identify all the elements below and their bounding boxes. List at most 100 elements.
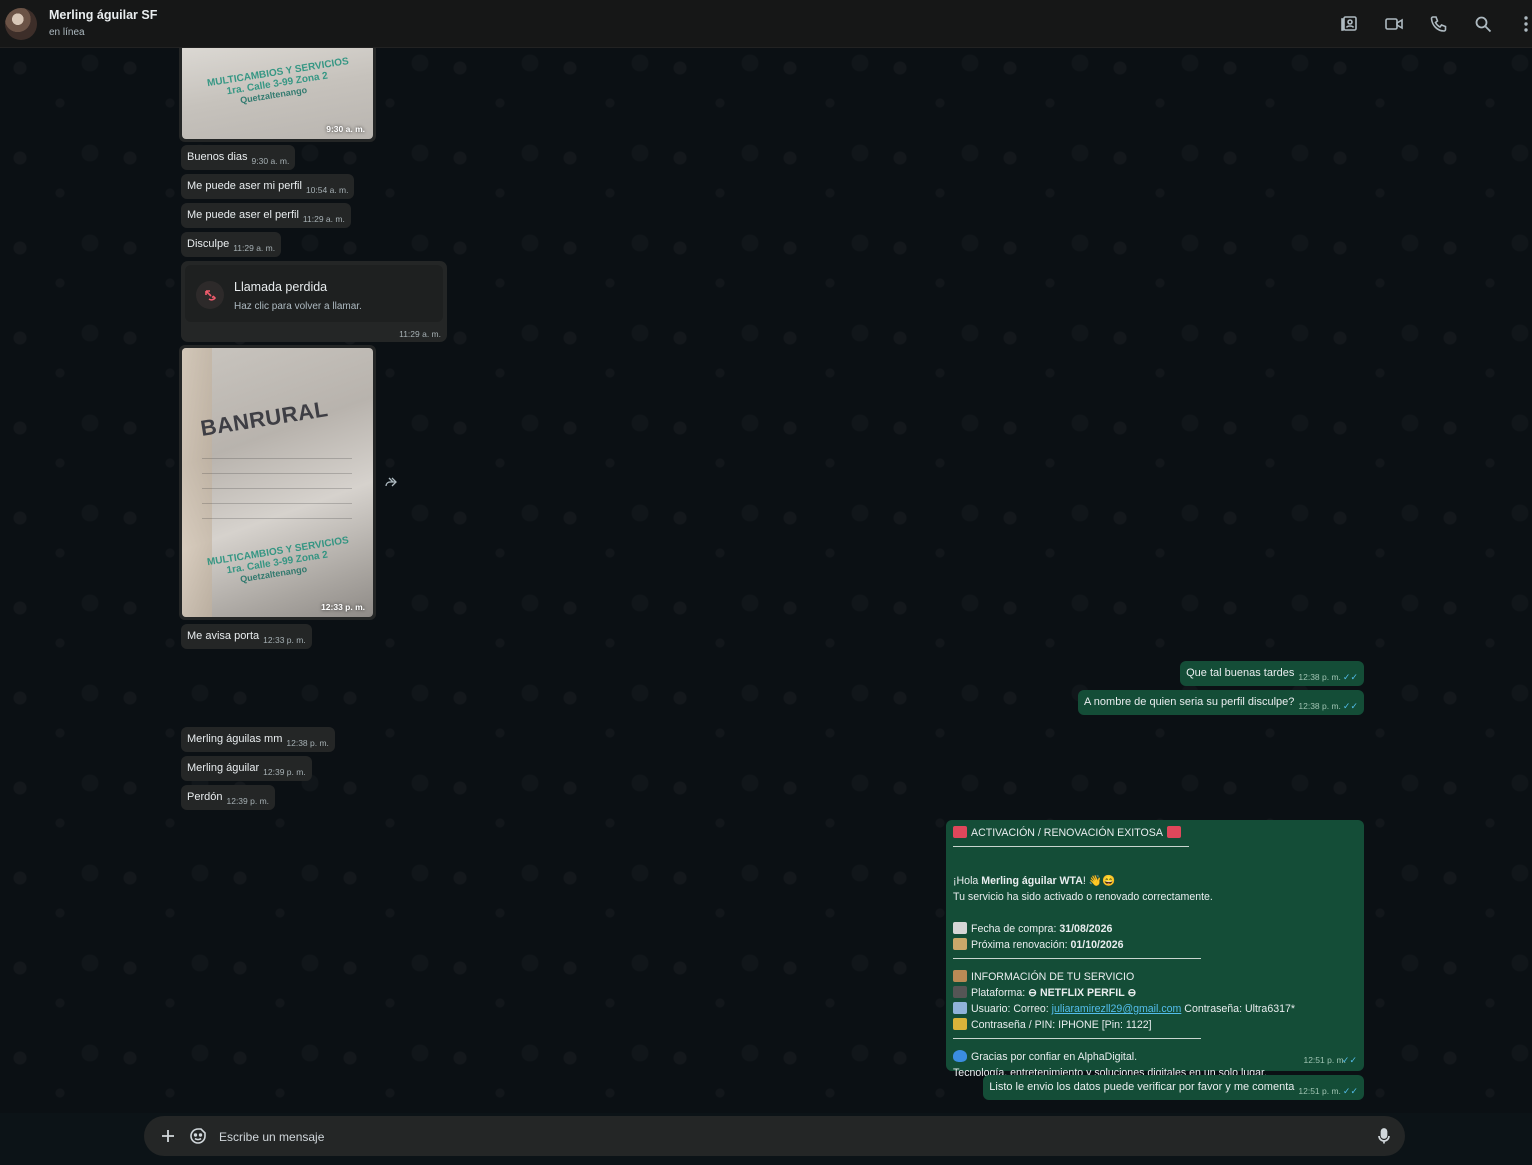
divider <box>953 1033 1357 1049</box>
activation-message[interactable]: ACTIVACIÓN / RENOVACIÓN EXITOSA ¡Hola Me… <box>946 820 1364 1079</box>
email-icon <box>953 1002 967 1014</box>
stamp: MULTICAMBIOS Y SERVICIOS 1ra. Calle 3-99… <box>206 535 352 589</box>
message-time: 12:38 p. m. <box>1298 672 1341 682</box>
microphone-icon[interactable] <box>1374 1126 1394 1146</box>
receipt-line <box>202 503 352 504</box>
clapper-icon <box>953 986 967 998</box>
receipt-photo[interactable]: BANRURAL MULTICAMBIOS Y SERVICIOS 1ra. C… <box>182 348 373 617</box>
renewal-date: 01/10/2026 <box>1070 939 1124 951</box>
renewal-line: Próxima renovación: 01/10/2026 <box>953 937 1357 953</box>
incoming-message[interactable]: Me puede aser mi perfil 10:54 a. m. <box>181 174 355 199</box>
purchase-label: Fecha de compra: <box>971 923 1060 935</box>
purchase-date: 31/08/2026 <box>1059 923 1113 935</box>
incoming-message[interactable]: Perdón 12:39 p. m. <box>181 785 276 810</box>
divider <box>953 953 1357 969</box>
ticket-icon <box>953 826 967 838</box>
missed-call-icon <box>196 281 224 309</box>
message-text: Merling águilas mm <box>187 733 283 745</box>
receipt-line <box>202 488 352 489</box>
message-time: 12:33 p. m. <box>321 602 365 612</box>
message-text: A nombre de quien seria su perfil discul… <box>1084 696 1295 708</box>
info-title: INFORMACIÓN DE TU SERVICIO <box>971 971 1135 983</box>
message-time: 11:29 a. m. <box>399 329 441 339</box>
outgoing-message[interactable]: Que tal buenas tardes 12:38 p. m. ✓✓ <box>1180 661 1364 686</box>
info-title-line: INFORMACIÓN DE TU SERVICIO <box>953 969 1357 985</box>
activated-text: Tu servicio ha sido activado o renovado … <box>953 891 1213 903</box>
incoming-message[interactable]: Buenos dias 9:30 a. m. <box>181 145 296 170</box>
user-password: Contraseña: Ultra6317* <box>1181 1003 1296 1015</box>
message-time: 12:39 p. m. <box>263 767 306 777</box>
message-time: 12:38 p. m. <box>286 738 329 748</box>
search-icon[interactable] <box>1473 14 1493 34</box>
outgoing-message[interactable]: Listo le envio los datos puede verificar… <box>983 1075 1364 1100</box>
message-text: Listo le envio los datos puede verificar… <box>989 1081 1295 1093</box>
image-message[interactable]: MULTICAMBIOS Y SERVICIOS 1ra. Calle 3-99… <box>179 48 376 142</box>
pin-line: Contraseña / PIN: IPHONE [Pin: 1122] <box>953 1017 1357 1033</box>
image-message[interactable]: BANRURAL MULTICAMBIOS Y SERVICIOS 1ra. C… <box>179 345 376 620</box>
stamp: MULTICAMBIOS Y SERVICIOS 1ra. Calle 3-99… <box>206 56 352 110</box>
outgoing-message[interactable]: A nombre de quien seria su perfil discul… <box>1078 690 1364 715</box>
message-time: 12:33 p. m. <box>263 635 306 645</box>
message-time: 9:30 a. m. <box>251 156 290 166</box>
message-text: Merling águilar <box>187 762 260 774</box>
message-text: Buenos dias <box>187 151 248 163</box>
missed-call-card[interactable]: Llamada perdida Haz clic para volver a l… <box>185 265 443 322</box>
video-call-icon[interactable] <box>1384 14 1404 34</box>
message-text: Que tal buenas tardes <box>1186 667 1295 679</box>
message-time: 10:54 a. m. <box>305 185 349 195</box>
hourglass-icon <box>953 938 967 950</box>
contact-status: en línea <box>49 27 85 38</box>
incoming-message[interactable]: Merling águilar 12:39 p. m. <box>181 756 312 781</box>
message-text: Me puede aser mi perfil <box>187 180 302 192</box>
contact-name[interactable]: Merling águilar SF <box>49 8 157 22</box>
missed-call-subtitle: Haz clic para volver a llamar. <box>234 301 362 312</box>
activation-title: ACTIVACIÓN / RENOVACIÓN EXITOSA <box>971 827 1163 839</box>
forward-icon[interactable] <box>383 474 399 490</box>
incoming-message[interactable]: Disculpe 11:29 a. m. <box>181 232 282 257</box>
platform-value: ⊖ NETFLIX PERFIL ⊖ <box>1028 987 1137 999</box>
wall-background <box>182 348 212 617</box>
lock-icon <box>953 1018 967 1030</box>
incoming-message[interactable]: Merling águilas mm 12:38 p. m. <box>181 727 335 752</box>
receipt-line <box>202 518 352 519</box>
activation-title-line: ACTIVACIÓN / RENOVACIÓN EXITOSA <box>953 825 1357 841</box>
read-ticks-icon: ✓✓ <box>1342 1086 1358 1096</box>
pin-text: Contraseña / PIN: IPHONE [Pin: 1122] <box>971 1019 1152 1031</box>
menu-icon[interactable] <box>1516 14 1528 34</box>
chat-header: Merling águilar SF en línea <box>0 0 1532 48</box>
thanks-line: Gracias por confiar en AlphaDigital. <box>953 1049 1357 1065</box>
bank-logo: BANRURAL <box>198 396 330 441</box>
heart-icon <box>953 1050 967 1062</box>
message-input[interactable] <box>217 1124 1361 1150</box>
avatar[interactable] <box>5 8 37 40</box>
incoming-message[interactable]: Me puede aser el perfil 11:29 a. m. <box>181 203 351 228</box>
divider <box>953 841 1357 857</box>
incoming-message[interactable]: Me avisa porta 12:33 p. m. <box>181 624 312 649</box>
read-ticks-icon: ✓✓ <box>1342 701 1358 711</box>
ticket-icon <box>1166 826 1181 838</box>
voice-call-icon[interactable] <box>1429 14 1449 34</box>
receipt-photo[interactable]: MULTICAMBIOS Y SERVICIOS 1ra. Calle 3-99… <box>182 48 373 139</box>
purchase-line: Fecha de compra: 31/08/2026 <box>953 921 1357 937</box>
message-text: Me puede aser el perfil <box>187 209 299 221</box>
receipt-line <box>202 473 352 474</box>
receipt-line <box>202 458 352 459</box>
thanks-text: Gracias por confiar en AlphaDigital. <box>971 1051 1138 1063</box>
plus-icon[interactable] <box>158 1126 178 1146</box>
message-time: 11:29 a. m. <box>233 243 276 253</box>
message-time: 12:51 p. m. <box>1298 1086 1341 1096</box>
chat-area[interactable]: MULTICAMBIOS Y SERVICIOS 1ra. Calle 3-99… <box>0 48 1532 1113</box>
read-ticks-icon: ✓✓ <box>1342 672 1358 682</box>
missed-call-message[interactable]: Llamada perdida Haz clic para volver a l… <box>181 261 447 342</box>
platform-line: Plataforma: ⊖ NETFLIX PERFIL ⊖ <box>953 985 1357 1001</box>
platform-label: Plataforma: <box>971 987 1029 999</box>
user-label: Usuario: Correo: <box>971 1003 1052 1015</box>
message-text: Me avisa porta <box>187 630 260 642</box>
message-time: 12:51 p. m. <box>1303 1055 1346 1065</box>
sticker-icon[interactable] <box>188 1126 208 1146</box>
contacts-icon[interactable] <box>1340 14 1360 34</box>
read-ticks-icon: ✓✓ <box>1341 1055 1357 1065</box>
message-text: Disculpe <box>187 238 230 250</box>
email-link[interactable]: juliaramirezll29@gmail.com <box>1052 1003 1182 1015</box>
message-time: 12:38 p. m. <box>1298 701 1341 711</box>
